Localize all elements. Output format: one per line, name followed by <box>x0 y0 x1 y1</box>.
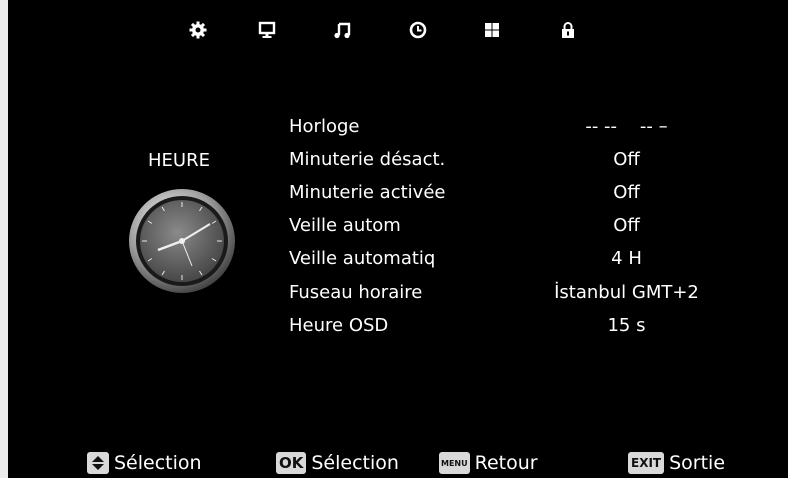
section-title: HEURE <box>148 150 210 171</box>
menu-row-label: Veille autom <box>289 214 401 236</box>
menu-row-horloge[interactable]: Horloge -- -- -- – <box>289 111 769 141</box>
menu-row-label: Fuseau horaire <box>289 281 423 303</box>
menu-row-label: Veille automatiq <box>289 247 436 269</box>
footer-exit-hint[interactable]: EXIT Sortie <box>628 448 725 478</box>
menu-row-veille-autom[interactable]: Veille autom Off <box>289 210 769 240</box>
menu-row-heure-osd[interactable]: Heure OSD 15 s <box>289 310 769 340</box>
menu-row-veille-automatiq[interactable]: Veille automatiq 4 H <box>289 243 769 273</box>
exit-key-icon: EXIT <box>628 452 665 474</box>
menu-row-label: Minuterie activée <box>289 181 446 203</box>
footer-hints: Sélection OK Sélection MENU Retour EXIT … <box>8 448 788 478</box>
menu-row-value: Off <box>613 214 640 236</box>
grid-icon[interactable] <box>476 14 508 46</box>
footer-menu-hint[interactable]: MENU Retour <box>439 448 538 478</box>
menu-row-value: Off <box>613 181 640 203</box>
menu-row-value: 4 H <box>611 247 642 269</box>
menu-row-value: Off <box>613 148 640 170</box>
up-down-arrow-icon <box>87 452 109 474</box>
music-note-icon[interactable] <box>326 14 358 46</box>
footer-menu-label: Retour <box>474 452 538 474</box>
footer-nav-label: Sélection <box>114 452 202 474</box>
menu-row-label: Minuterie désact. <box>289 148 446 170</box>
menu-row-minuterie-desact[interactable]: Minuterie désact. Off <box>289 144 769 174</box>
footer-ok-hint[interactable]: OK Sélection <box>276 448 399 478</box>
menu-row-value: 15 s <box>607 314 646 336</box>
footer-ok-label: Sélection <box>311 452 399 474</box>
footer-exit-label: Sortie <box>669 452 726 474</box>
menu-row-label: Heure OSD <box>289 314 389 336</box>
tv-osd-screen: HEURE Horloge -- -- -- – Minuterie désac… <box>8 0 788 478</box>
menu-row-minuterie-activee[interactable]: Minuterie activée Off <box>289 177 769 207</box>
menu-key-icon: MENU <box>439 452 470 474</box>
menu-row-label: Horloge <box>289 115 360 137</box>
monitor-icon[interactable] <box>251 14 283 46</box>
lock-icon[interactable] <box>552 14 584 46</box>
clock-icon[interactable] <box>402 14 434 46</box>
ok-key-icon: OK <box>276 452 307 474</box>
gear-icon[interactable] <box>182 14 214 46</box>
clock-illustration <box>122 186 242 296</box>
menu-row-fuseau-horaire[interactable]: Fuseau horaire İstanbul GMT+2 <box>289 277 769 307</box>
menu-row-value: İstanbul GMT+2 <box>554 281 699 303</box>
footer-nav-hint[interactable]: Sélection <box>87 448 202 478</box>
top-menu-bar <box>8 14 788 46</box>
menu-row-value: -- -- -- – <box>585 115 668 137</box>
